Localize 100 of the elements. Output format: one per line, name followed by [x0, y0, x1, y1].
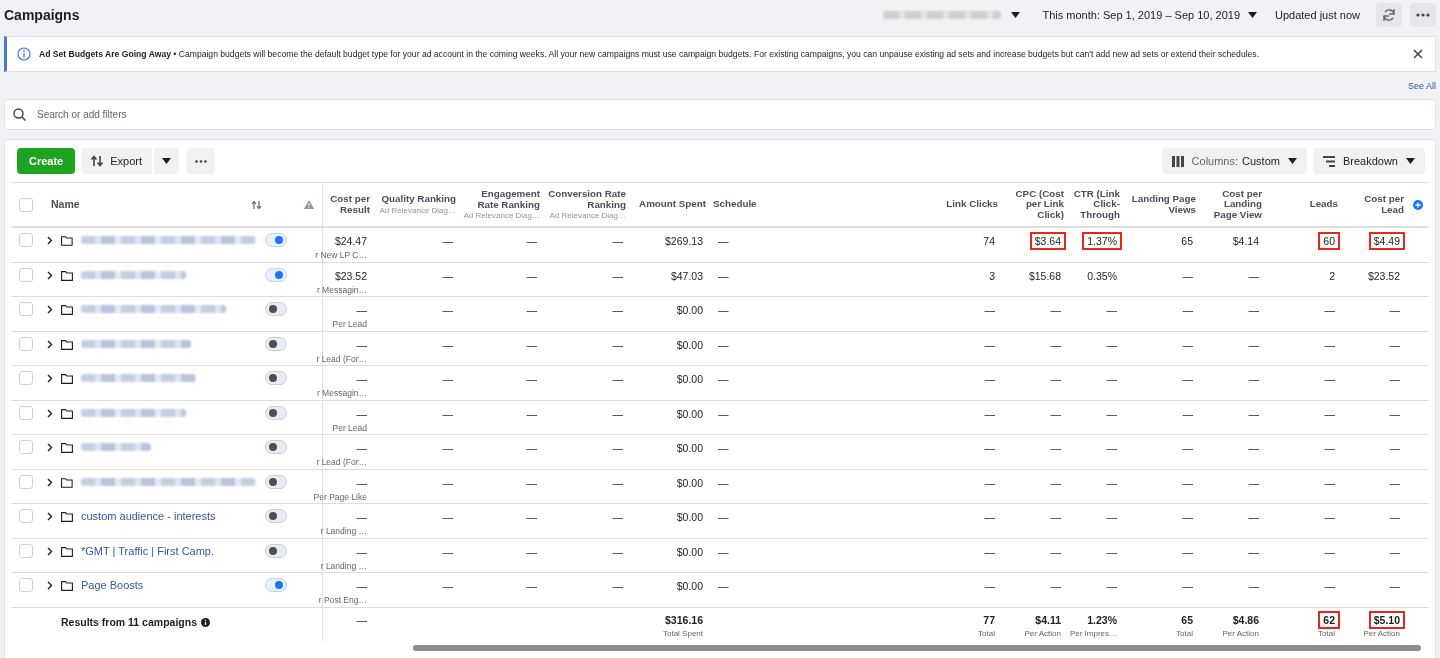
cell-caption: r Lead (For… — [316, 353, 367, 364]
add-column-icon[interactable] — [1412, 199, 1423, 210]
chevron-right-icon[interactable] — [47, 339, 53, 349]
breakdown-button[interactable]: Breakdown — [1312, 148, 1425, 174]
table-cell-text: — — [1388, 303, 1401, 318]
campaign-name-link[interactable]: custom audience - interests — [81, 510, 216, 522]
column-header[interactable]: Cost per Lead — [1342, 194, 1404, 215]
close-icon[interactable] — [1413, 49, 1423, 59]
row-checkbox[interactable] — [19, 509, 33, 523]
row-checkbox[interactable] — [19, 233, 33, 247]
column-header[interactable]: Name — [51, 199, 80, 210]
table-cell-text: — — [1323, 406, 1336, 422]
table-cell-text: — — [1247, 303, 1260, 318]
table-cell-text: — — [525, 268, 538, 284]
toggle-switch[interactable] — [265, 233, 287, 247]
table-cell-text: — — [441, 406, 454, 422]
caret-icon — [1287, 158, 1297, 164]
chevron-right-icon[interactable] — [47, 305, 53, 314]
table-cell-text: — — [1388, 475, 1401, 491]
column-header[interactable]: Conversion Rate Ranking — [544, 189, 626, 210]
table-cell-text: — — [525, 441, 538, 456]
sort-icon[interactable] — [252, 200, 261, 209]
search-field[interactable]: Search or add filters — [4, 99, 1436, 130]
see-all-link[interactable]: See All — [1407, 80, 1436, 91]
cell-caption: Per Impres… — [1069, 628, 1117, 639]
table-cell-text: — — [1105, 406, 1118, 422]
toggle-switch[interactable] — [265, 474, 287, 489]
refresh-button[interactable] — [1376, 3, 1402, 27]
column-header[interactable]: Cost per Landing Page View — [1200, 188, 1262, 221]
cell-caption: r Messagin… — [316, 388, 367, 398]
table-cell-text: — — [1323, 579, 1336, 594]
toggle-switch[interactable] — [265, 543, 287, 558]
row-checkbox[interactable] — [19, 440, 33, 454]
scrollbar[interactable] — [413, 644, 1421, 651]
row-checkbox[interactable] — [19, 336, 33, 351]
table-cell-text: — — [983, 544, 996, 560]
select-all-checkbox[interactable] — [19, 197, 33, 212]
table-cell-text: 3 — [988, 268, 996, 284]
table-cell-text: $0.00 — [675, 544, 704, 560]
chevron-right-icon[interactable] — [47, 443, 53, 452]
campaign-name-link[interactable]: Page Boosts — [81, 579, 144, 591]
row-checkbox[interactable] — [19, 371, 33, 385]
toggle-switch[interactable] — [265, 578, 287, 592]
chevron-right-icon[interactable] — [47, 581, 53, 590]
table-cell-text: $0.00 — [675, 510, 704, 525]
column-header[interactable]: CPC (Cost per Link Click) — [1002, 188, 1064, 221]
table-cell: $4.49 — [1368, 232, 1405, 250]
table-cell-text: — — [525, 510, 538, 525]
column-header[interactable]: Quality Ranking — [381, 194, 456, 205]
table-cell-text: — — [1105, 579, 1118, 594]
columns-button[interactable]: Columns: Custom — [1161, 148, 1307, 174]
column-header[interactable]: Engagement Rate Ranking — [460, 189, 540, 210]
chevron-right-icon[interactable] — [47, 512, 53, 521]
table-cell-text: — — [983, 372, 996, 387]
column-header[interactable]: Link Clicks — [946, 199, 998, 210]
table-cell-text: — — [1181, 441, 1194, 456]
export-button[interactable]: Export — [81, 148, 153, 174]
chevron-right-icon[interactable] — [47, 270, 53, 280]
column-header[interactable]: Leads — [1309, 199, 1338, 210]
column-header[interactable]: Schedule — [713, 199, 757, 210]
table-cell-text: — — [717, 372, 730, 387]
toggle-switch[interactable] — [265, 336, 287, 351]
chevron-right-icon[interactable] — [47, 546, 53, 556]
table-cell-text: — — [611, 544, 624, 560]
toggle-switch[interactable] — [265, 440, 287, 454]
column-header[interactable]: Cost per Result — [324, 194, 370, 215]
cell-caption: Total Spent — [662, 628, 703, 639]
export-dropdown-button[interactable] — [153, 148, 180, 174]
cell-caption: Total — [1176, 628, 1193, 639]
folder-icon — [61, 408, 73, 419]
row-checkbox[interactable] — [19, 405, 33, 420]
column-header[interactable]: CTR (Link Click-Through — [1068, 188, 1120, 221]
chevron-right-icon[interactable] — [47, 477, 53, 487]
chevron-right-icon[interactable] — [47, 374, 53, 383]
row-checkbox[interactable] — [19, 578, 33, 592]
toggle-switch[interactable] — [265, 302, 287, 316]
chevron-right-icon[interactable] — [47, 408, 53, 418]
table-cell-text: $4.86 — [1231, 612, 1260, 628]
table-cell-text: — — [611, 475, 624, 491]
toggle-switch[interactable] — [265, 509, 287, 523]
date-range-selector[interactable]: This month: Sep 1, 2019 – Sep 10, 2019 — [1042, 9, 1257, 21]
more-button[interactable] — [187, 148, 216, 174]
chevron-right-icon[interactable] — [47, 236, 53, 245]
table-cell-text: — — [441, 510, 454, 525]
column-header[interactable]: Landing Page Views — [1124, 194, 1196, 215]
row-checkbox[interactable] — [19, 302, 33, 316]
campaign-name-link[interactable]: *GMT | Traffic | First Camp. — [81, 544, 215, 557]
row-checkbox[interactable] — [19, 267, 33, 282]
toggle-switch[interactable] — [265, 267, 287, 282]
row-checkbox[interactable] — [19, 474, 33, 489]
table-cell-text: — — [717, 406, 730, 422]
table-cell-text: — — [1049, 337, 1062, 353]
toggle-switch[interactable] — [265, 371, 287, 385]
table-cell-text: — — [1049, 544, 1062, 560]
table-cell-text: — — [1049, 441, 1062, 456]
row-checkbox[interactable] — [19, 543, 33, 558]
toggle-switch[interactable] — [265, 405, 287, 420]
table-cell-text: $23.52 — [333, 268, 368, 284]
info-icon[interactable] — [200, 617, 210, 627]
column-header[interactable]: Amount Spent — [639, 199, 706, 210]
